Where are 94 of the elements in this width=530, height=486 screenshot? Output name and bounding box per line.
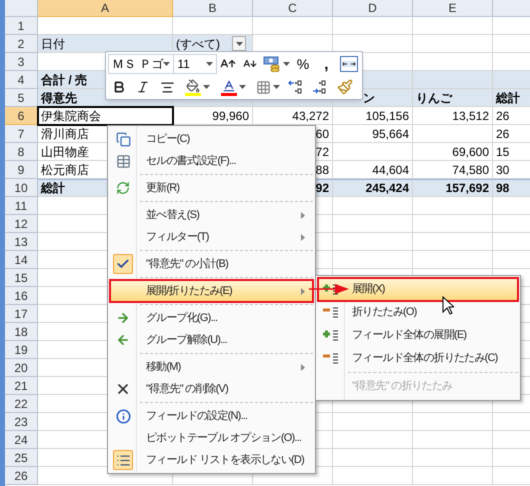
menu-item[interactable]: "得意先" の小計(B) <box>110 253 313 275</box>
italic-icon <box>136 80 150 94</box>
row-header[interactable]: 14 <box>5 251 38 269</box>
mouse-cursor-icon <box>442 296 454 315</box>
row-header[interactable]: 9 <box>5 161 38 179</box>
table-cell: 98 <box>493 179 530 197</box>
column-header[interactable]: E <box>413 0 493 17</box>
column-header[interactable]: D <box>333 0 413 17</box>
expand-list-icon <box>322 282 340 296</box>
table-cell: 95,664 <box>333 125 413 143</box>
row-header[interactable]: 2 <box>5 35 38 53</box>
column-header[interactable]: A <box>38 0 173 17</box>
row-header[interactable]: 12 <box>5 215 38 233</box>
table-cell: 245,424 <box>333 179 413 197</box>
comma-button[interactable]: , <box>314 54 338 74</box>
menu-item[interactable]: フィルター(T) <box>110 226 313 248</box>
row-header[interactable]: 3 <box>5 53 38 71</box>
table-cell: 69,600 <box>413 143 493 161</box>
refresh-icon <box>116 181 130 195</box>
caret-icon <box>206 62 214 66</box>
row-header[interactable]: 4 <box>5 71 38 89</box>
row-header[interactable]: 8 <box>5 143 38 161</box>
font-color-icon <box>220 78 236 96</box>
menu-item[interactable]: グループ解除(U)... <box>110 329 313 351</box>
row-header[interactable]: 20 <box>5 359 38 377</box>
collapse-list-icon <box>322 352 340 366</box>
row-header[interactable]: 23 <box>5 413 38 431</box>
menu-item[interactable]: ピボットテーブル オプション(O)... <box>110 427 313 449</box>
paint-bucket-icon <box>184 78 200 96</box>
copy-icon <box>116 132 130 146</box>
row-header[interactable]: 13 <box>5 233 38 251</box>
coins-icon <box>262 56 281 72</box>
paintbrush-icon <box>337 79 353 95</box>
expand-list-icon <box>322 328 340 342</box>
row-header[interactable]: 25 <box>5 449 38 467</box>
menu-item[interactable]: フィールド リストを表示しない(D) <box>110 449 313 471</box>
menu-item[interactable]: 折りたたみ(O) <box>318 301 518 324</box>
font-field[interactable]: ＭＳ Ｐゴ <box>108 54 174 74</box>
column-header[interactable]: B <box>173 0 253 17</box>
row-header[interactable]: 26 <box>5 467 38 485</box>
row-header[interactable]: 24 <box>5 431 38 449</box>
row-header[interactable]: 18 <box>5 323 38 341</box>
table-cell: 13,512 <box>413 107 493 125</box>
table-cell: 15 <box>493 143 530 161</box>
table-cell: 総計 <box>493 89 530 107</box>
merge-cells-icon <box>340 56 358 72</box>
menu-item[interactable]: "得意先" の削除(V) <box>110 378 313 400</box>
cell-format-icon <box>116 154 130 168</box>
info-icon <box>116 408 130 424</box>
table-cell: 157,692 <box>413 179 493 197</box>
row-header[interactable]: 1 <box>5 17 38 35</box>
column-header[interactable]: C <box>253 0 333 17</box>
number-format-button[interactable] <box>261 54 292 74</box>
menu-item[interactable]: 展開(X) <box>318 278 518 301</box>
row-header[interactable]: 10 <box>5 179 38 197</box>
table-cell: りんご <box>413 89 493 107</box>
align-center-icon <box>160 80 174 94</box>
table-cell: 伊集院商会 <box>38 107 173 125</box>
table-cell: 日付 <box>38 35 173 53</box>
bold-icon <box>112 80 126 94</box>
border-grid-icon <box>256 80 271 94</box>
caret-icon <box>282 62 290 66</box>
filter-value: (すべて) <box>176 36 220 52</box>
table-cell: 26 <box>493 107 530 125</box>
row-header[interactable]: 16 <box>5 287 38 305</box>
delete-icon <box>115 381 131 397</box>
arrow-left-icon <box>116 333 130 347</box>
collapse-list-icon <box>322 306 340 320</box>
row-header[interactable]: 11 <box>5 197 38 215</box>
menu-item[interactable]: グループ化(G)... <box>110 307 313 329</box>
row-header[interactable]: 17 <box>5 305 38 323</box>
filter-dropdown-button[interactable] <box>232 36 246 51</box>
menu-item[interactable]: フィールドの設定(N)... <box>110 405 313 427</box>
arrow-right-icon <box>116 311 130 325</box>
row-header[interactable]: 21 <box>5 377 38 395</box>
annotation-arrow <box>309 283 349 295</box>
table-cell: 105,156 <box>333 107 413 125</box>
row-header[interactable]: 22 <box>5 395 38 413</box>
menu-item[interactable]: フィールド全体の展開(E) <box>318 324 518 347</box>
caret-icon <box>236 42 242 46</box>
table-cell: 26 <box>493 125 530 143</box>
menu-item[interactable]: 並べ替え(S) <box>110 204 313 226</box>
row-header[interactable]: 6 <box>5 107 38 125</box>
row-header[interactable]: 19 <box>5 341 38 359</box>
merge-center-button[interactable] <box>338 54 360 74</box>
menu-item[interactable]: 展開/折りたたみ(E) <box>110 280 313 302</box>
row-header[interactable]: 5 <box>5 89 38 107</box>
percent-button[interactable]: % <box>291 54 315 74</box>
row-header[interactable]: 7 <box>5 125 38 143</box>
font-size-field[interactable]: 11 <box>174 54 218 74</box>
menu-item[interactable]: 移動(M) <box>110 356 313 378</box>
menu-item[interactable]: フィールド全体の折りたたみ(C) <box>318 347 518 370</box>
row-header[interactable]: 15 <box>5 269 38 287</box>
caret-icon <box>163 62 170 66</box>
